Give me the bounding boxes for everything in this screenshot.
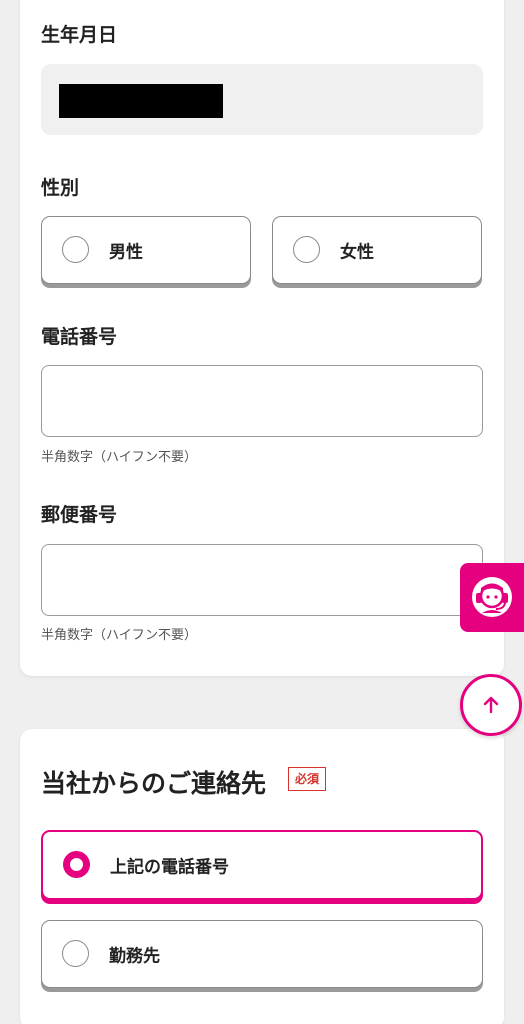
postal-code-hint: 半角数字（ハイフン不要） xyxy=(41,628,198,643)
contact-option-label: 上記の電話番号 xyxy=(110,857,229,878)
required-badge: 必須 xyxy=(288,767,327,791)
phone-input[interactable] xyxy=(41,365,483,437)
birthdate-label: 生年月日 xyxy=(41,24,118,46)
contact-option-workplace[interactable]: 勤務先 xyxy=(41,920,483,988)
radio-circle-icon xyxy=(293,236,320,263)
postal-code-label: 郵便番号 xyxy=(41,504,118,526)
birthdate-field xyxy=(41,64,483,135)
redacted-birthdate xyxy=(59,84,223,118)
support-chat-button[interactable] xyxy=(460,563,524,632)
postal-code-input[interactable] xyxy=(41,544,483,616)
scroll-to-top-button[interactable] xyxy=(460,674,522,736)
page: 生年月日 性別 男性 女性 電話番号 半角数字（ハイフン不要） 郵便番号 半角数… xyxy=(0,0,524,1024)
gender-option-male[interactable]: 男性 xyxy=(41,216,251,284)
phone-label: 電話番号 xyxy=(41,326,118,348)
gender-option-label: 男性 xyxy=(109,242,143,263)
radio-circle-icon xyxy=(62,940,89,967)
contact-option-label: 勤務先 xyxy=(109,946,160,967)
gender-option-label: 女性 xyxy=(340,242,374,263)
radio-selected-icon xyxy=(63,851,90,878)
gender-label: 性別 xyxy=(41,177,80,199)
headset-support-icon xyxy=(472,577,512,617)
radio-circle-icon xyxy=(62,236,89,263)
gender-option-female[interactable]: 女性 xyxy=(272,216,482,284)
contact-option-phone[interactable]: 上記の電話番号 xyxy=(41,830,483,900)
contact-section-title: 当社からのご連絡先 xyxy=(41,769,267,798)
arrow-up-icon xyxy=(483,696,499,714)
phone-hint: 半角数字（ハイフン不要） xyxy=(41,450,198,465)
